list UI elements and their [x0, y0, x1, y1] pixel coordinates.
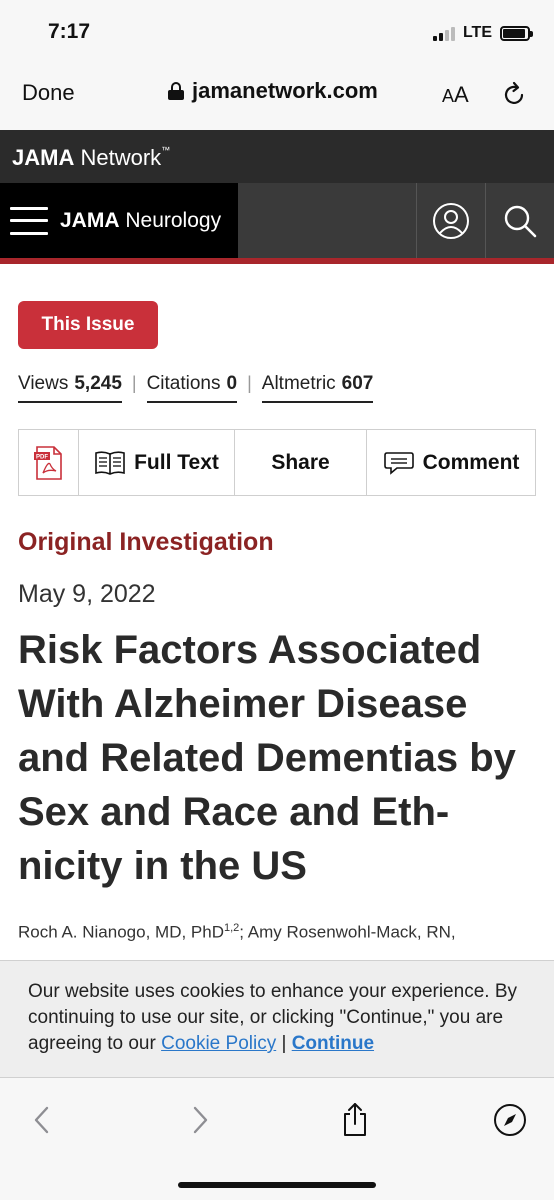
journal-brand-bold: JAMA	[60, 208, 120, 232]
network-brand-bold: JAMA	[12, 145, 75, 170]
text-size-small-label: A	[442, 86, 455, 106]
forward-button[interactable]	[180, 1100, 220, 1140]
compass-icon	[494, 1104, 526, 1136]
cookie-banner: Our website uses cookies to enhance your…	[0, 960, 554, 1078]
cookie-policy-link[interactable]: Cookie Policy	[161, 1033, 276, 1054]
metric-underline	[18, 401, 122, 403]
share-button[interactable]: Share	[235, 430, 367, 495]
user-account-button[interactable]	[416, 183, 484, 258]
cookie-separator: |	[276, 1033, 292, 1054]
address-bar[interactable]: jamanetwork.com	[168, 78, 378, 104]
browser-top-bar: Done jamanetwork.com AA	[0, 62, 554, 130]
jama-network-logo[interactable]: JAMA Network™	[12, 145, 170, 171]
article-title: Risk Factors Associated With Alzheimer D…	[18, 628, 516, 888]
share-icon	[344, 1103, 366, 1136]
metric-views[interactable]: Views 5,245	[18, 373, 122, 403]
journal-title[interactable]: JAMA Neurology	[60, 209, 221, 233]
journal-header: JAMA Neurology	[0, 183, 554, 258]
author-affiliation: 1,2	[223, 922, 240, 934]
network-label: LTE	[462, 24, 492, 41]
metric-label: Altmetric	[261, 373, 336, 394]
metric-underline	[261, 401, 374, 403]
book-icon	[95, 450, 125, 475]
menu-icon[interactable]	[10, 206, 48, 235]
share-label: Share	[271, 450, 330, 474]
comment-button[interactable]: Comment	[367, 430, 535, 495]
metric-value: 5,245	[74, 373, 122, 394]
network-brand-mark: ™	[161, 145, 171, 155]
pdf-icon: PDF	[33, 445, 62, 480]
share-sheet-button[interactable]	[335, 1100, 375, 1140]
comment-label: Comment	[422, 450, 520, 474]
browser-bottom-bar	[0, 1078, 554, 1200]
status-indicators: LTE	[432, 24, 533, 42]
network-brand-rest: Network	[74, 145, 162, 170]
pdf-button[interactable]: PDF	[19, 430, 79, 495]
comment-icon	[383, 451, 414, 475]
reload-icon[interactable]	[500, 80, 528, 108]
article-type[interactable]: Original Investigation	[18, 528, 274, 557]
home-indicator	[178, 1182, 376, 1188]
user-icon	[432, 202, 469, 239]
metric-separator: |	[247, 373, 252, 393]
full-text-button[interactable]: Full Text	[79, 430, 235, 495]
full-text-label: Full Text	[134, 450, 219, 474]
compass-button[interactable]	[490, 1100, 530, 1140]
article-actions: PDF Full Text Share Comment	[18, 429, 536, 496]
metric-value: 0	[226, 373, 238, 394]
lock-icon	[168, 82, 184, 100]
search-icon	[504, 205, 536, 237]
text-size-large-label: A	[454, 82, 469, 107]
chevron-left-icon	[34, 1106, 49, 1134]
author-name[interactable]: Roch A. Nianogo, MD, PhD	[18, 923, 224, 942]
signal-icon	[432, 25, 455, 41]
header-divider	[0, 258, 554, 264]
journal-nav: JAMA Neurology	[0, 183, 238, 258]
pdf-badge-text: PDF	[36, 454, 48, 460]
search-button[interactable]	[485, 183, 553, 258]
metric-label: Views	[18, 373, 69, 394]
status-bar: 7:17 LTE	[0, 0, 554, 62]
metric-label: Citations	[146, 373, 221, 394]
text-size-button[interactable]: AA	[442, 82, 469, 108]
done-button[interactable]: Done	[22, 80, 75, 106]
url-text: jamanetwork.com	[192, 78, 378, 103]
article-metrics: Views 5,245 | Citations 0 | Altmetric 607	[18, 373, 374, 403]
network-header: JAMA Network™	[0, 130, 554, 183]
cookie-continue-link[interactable]: Continue	[292, 1033, 374, 1054]
metric-underline	[146, 401, 238, 403]
journal-brand-rest: Neurology	[119, 208, 222, 232]
publication-date: May 9, 2022	[18, 580, 156, 608]
metric-altmetric[interactable]: Altmetric 607	[261, 373, 374, 403]
this-issue-button[interactable]: This Issue	[18, 301, 158, 349]
metric-citations[interactable]: Citations 0	[146, 373, 238, 403]
metric-value: 607	[341, 373, 374, 394]
status-time: 7:17	[48, 20, 91, 43]
metric-separator: |	[131, 373, 137, 393]
author-name[interactable]: ; Amy Rosenwohl-Mack, RN,	[239, 923, 455, 942]
chevron-right-icon	[193, 1106, 208, 1134]
author-list: Roch A. Nianogo, MD, PhD1,2; Amy Rosenwo…	[18, 922, 548, 943]
battery-icon	[500, 25, 533, 41]
back-button[interactable]	[22, 1100, 62, 1140]
